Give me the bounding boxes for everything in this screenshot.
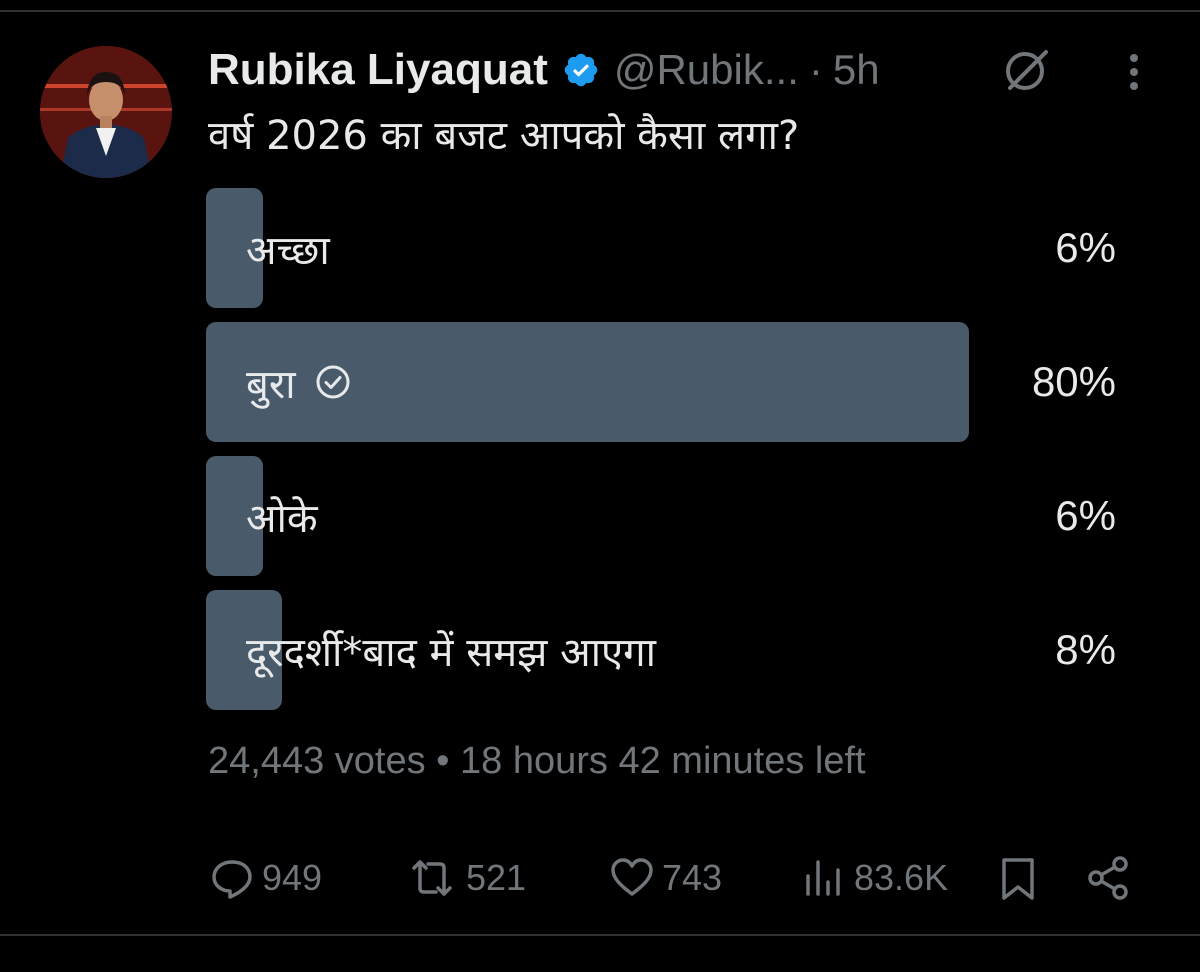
action-bar: 949 521 743 83.6K bbox=[208, 850, 1138, 906]
avatar[interactable] bbox=[40, 46, 172, 178]
check-circle-icon bbox=[314, 363, 352, 401]
tweet-text: वर्ष 2026 का बजट आपको कैसा लगा? bbox=[208, 113, 800, 159]
verified-badge-icon bbox=[562, 51, 600, 89]
poll: अच्छा 6% बुरा 80% ओके 6% दूरदर्शी*बाद मे… bbox=[206, 188, 1116, 724]
reply-count: 949 bbox=[262, 857, 323, 898]
grok-icon[interactable] bbox=[998, 44, 1052, 98]
more-options-icon[interactable] bbox=[1122, 48, 1146, 96]
like-button[interactable]: 743 bbox=[608, 850, 722, 906]
poll-option[interactable]: अच्छा 6% bbox=[206, 188, 1116, 308]
views-count: 83.6K bbox=[854, 857, 949, 898]
poll-option[interactable]: दूरदर्शी*बाद में समझ आएगा 8% bbox=[206, 590, 1116, 710]
poll-option-percent: 80% bbox=[1031, 358, 1116, 405]
poll-option-label: बुरा bbox=[246, 322, 352, 442]
poll-option-text: अच्छा bbox=[246, 227, 330, 274]
poll-option[interactable]: ओके 6% bbox=[206, 456, 1116, 576]
repost-count: 521 bbox=[466, 857, 527, 898]
poll-option-percent: 6% bbox=[1055, 224, 1116, 271]
poll-meta: 24,443 votes • 18 hours 42 minutes left bbox=[208, 740, 866, 782]
views-icon bbox=[800, 854, 848, 902]
reply-button[interactable]: 949 bbox=[208, 850, 322, 906]
poll-option-label: ओके bbox=[246, 456, 318, 576]
like-icon bbox=[608, 854, 656, 902]
repost-button[interactable]: 521 bbox=[404, 850, 526, 906]
top-divider bbox=[0, 10, 1200, 12]
author-name[interactable]: Rubika Liyaquat bbox=[208, 45, 548, 95]
poll-option-percent: 6% bbox=[1055, 492, 1116, 539]
reply-icon bbox=[208, 854, 256, 902]
poll-option[interactable]: बुरा 80% bbox=[206, 322, 1116, 442]
bottom-divider bbox=[0, 934, 1200, 936]
author-handle[interactable]: @Rubik... bbox=[614, 46, 799, 94]
avatar-image bbox=[40, 46, 172, 178]
header-separator: · bbox=[808, 46, 823, 93]
poll-option-text: दूरदर्शी*बाद में समझ आएगा bbox=[246, 629, 656, 676]
share-button[interactable] bbox=[1084, 850, 1132, 906]
poll-option-text: बुरा bbox=[246, 361, 296, 408]
tweet-header: Rubika Liyaquat @Rubik... · 5h bbox=[208, 40, 880, 100]
poll-option-label: दूरदर्शी*बाद में समझ आएगा bbox=[246, 590, 656, 710]
bookmark-button[interactable] bbox=[994, 850, 1042, 906]
poll-option-percent: 8% bbox=[1055, 626, 1116, 673]
bookmark-icon bbox=[994, 854, 1042, 902]
share-icon bbox=[1084, 854, 1132, 902]
repost-icon bbox=[404, 854, 460, 902]
tweet-time[interactable]: 5h bbox=[833, 46, 880, 94]
poll-option-label: अच्छा bbox=[246, 188, 330, 308]
poll-option-text: ओके bbox=[246, 495, 318, 542]
like-count: 743 bbox=[662, 857, 723, 898]
tweet-frame: Rubika Liyaquat @Rubik... · 5h वर्ष 2026… bbox=[0, 0, 1200, 972]
views-button[interactable]: 83.6K bbox=[800, 850, 948, 906]
